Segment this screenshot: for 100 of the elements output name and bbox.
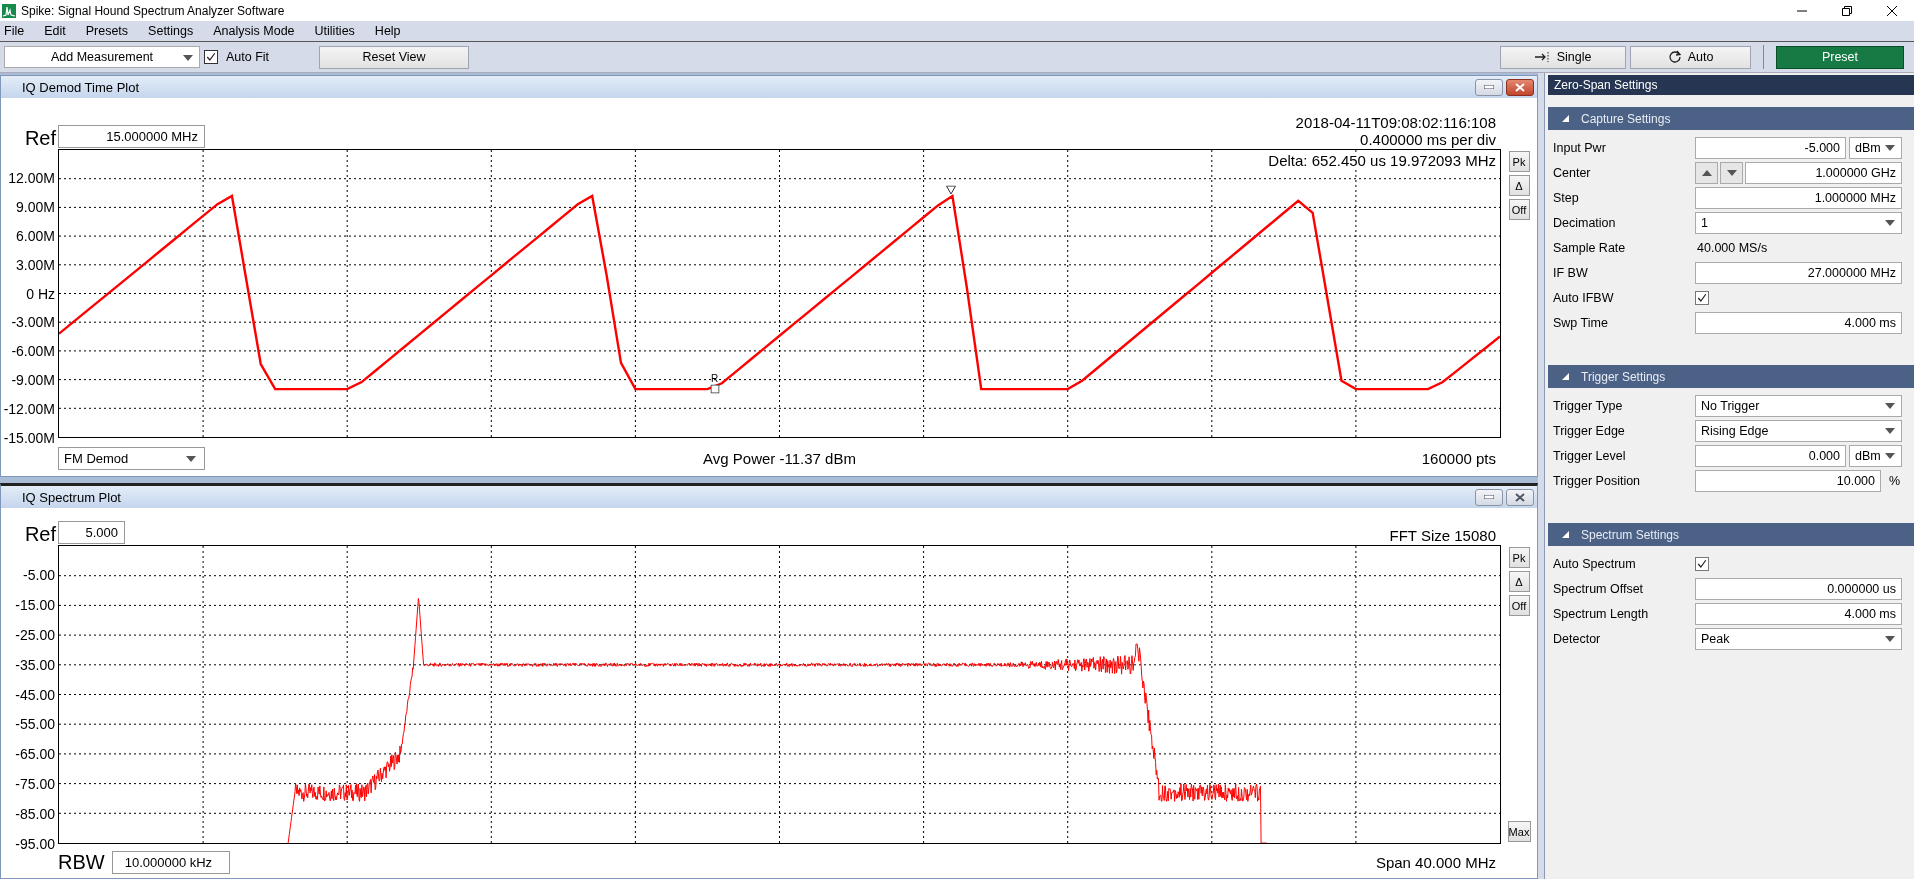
dropdown-caret-icon — [1885, 452, 1895, 459]
dropdown-caret-icon — [1885, 144, 1895, 151]
marker-button[interactable]: Δ — [1508, 571, 1530, 592]
value-dropdown[interactable]: No Trigger — [1695, 394, 1902, 417]
plot-footer-text: Span 40.000 MHz — [1375, 854, 1497, 871]
marker-button[interactable]: Off — [1508, 595, 1530, 616]
y-axis-label: -9.00M — [11, 372, 55, 389]
setting-label: Decimation — [1552, 215, 1617, 230]
dropdown-caret-icon — [1885, 402, 1895, 409]
value-field[interactable]: 1.000000 MHz — [1695, 186, 1902, 209]
y-axis-label: 0 Hz — [26, 285, 55, 302]
marker-label: R — [711, 373, 719, 385]
menu-item[interactable]: File — [4, 24, 35, 38]
close-icon — [1515, 492, 1525, 502]
preset-button[interactable]: Preset — [1776, 45, 1904, 69]
menu-item[interactable]: Settings — [148, 24, 204, 38]
menu-item[interactable]: Edit — [44, 24, 76, 38]
value-field[interactable]: -5.000 — [1695, 136, 1846, 159]
value-dropdown[interactable]: 1 — [1695, 211, 1902, 234]
value-field[interactable]: 0.000 — [1695, 444, 1846, 467]
rbw-field[interactable]: 10.000000 kHz — [111, 851, 230, 874]
value-text: 40.000 MS/s — [1696, 240, 1768, 255]
y-axis-label: -25.00 — [15, 626, 55, 643]
auto-button[interactable]: Auto — [1630, 45, 1751, 69]
panel-title: IQ Spectrum Plot — [22, 489, 122, 505]
auto-fit-checkbox[interactable] — [204, 50, 218, 64]
step-down-button[interactable] — [1720, 161, 1743, 184]
restore-icon — [1841, 5, 1852, 16]
menu-item[interactable]: Analysis Mode — [213, 24, 305, 38]
setting-label: Detector — [1552, 631, 1602, 646]
close-button[interactable] — [1506, 78, 1534, 96]
setting-label: Swp Time — [1552, 315, 1609, 330]
dropdown-caret-icon — [1885, 427, 1895, 434]
value-dropdown[interactable]: Peak — [1695, 627, 1902, 650]
step-up-button[interactable] — [1695, 161, 1718, 184]
unit-dropdown[interactable]: dBm — [1849, 444, 1902, 467]
arrow-to-bar-icon — [1534, 52, 1551, 62]
up-caret-icon — [1701, 169, 1712, 176]
value-dropdown[interactable]: Rising Edge — [1695, 419, 1902, 442]
setting-label: Input Pwr — [1552, 140, 1607, 155]
ref-field[interactable]: 5.000 — [58, 521, 125, 544]
y-axis-label: -55.00 — [15, 716, 55, 733]
value-field[interactable]: 0.000000 us — [1695, 577, 1902, 600]
window-title: Spike: Signal Hound Spectrum Analyzer Software — [21, 3, 286, 18]
checkbox[interactable] — [1695, 290, 1709, 305]
plot-info-text: 2018-04-11T09:08:02:116:108 — [1295, 114, 1496, 131]
y-axis-label: -95.00 — [15, 836, 55, 852]
marker-button[interactable]: Δ — [1508, 175, 1530, 196]
square-marker-icon — [710, 384, 720, 394]
section-header[interactable]: Trigger Settings — [1548, 365, 1914, 388]
checkbox[interactable] — [1695, 556, 1709, 571]
checkmark-icon — [205, 51, 217, 63]
ref-field[interactable]: 15.000000 MHz — [58, 125, 205, 148]
add-measurement-dropdown[interactable]: Add Measurement — [4, 46, 200, 68]
checkmark-icon — [1696, 557, 1708, 570]
avg-power-text: Avg Power -11.37 dBm — [703, 450, 856, 467]
section-header[interactable]: Capture Settings — [1548, 107, 1914, 130]
plot-info-text: 0.400000 ms per div — [1360, 131, 1496, 148]
setting-label: Step — [1552, 190, 1580, 205]
demod-dropdown[interactable]: FM Demod — [58, 447, 205, 470]
y-axis-label: -45.00 — [15, 686, 55, 703]
y-axis-label: -65.00 — [15, 746, 55, 763]
setting-label: Center — [1552, 165, 1592, 180]
close-button[interactable] — [1506, 488, 1534, 506]
menu-item[interactable]: Utilities — [314, 24, 365, 38]
value-field[interactable]: 10.000 — [1695, 469, 1881, 492]
plot-info-text: FFT Size 15080 — [1389, 527, 1496, 544]
checkmark-icon — [1696, 291, 1708, 304]
minimize-button[interactable] — [1475, 488, 1503, 506]
y-axis-label: 9.00M — [16, 198, 55, 215]
value-field[interactable]: 4.000 ms — [1695, 311, 1902, 334]
setting-label: IF BW — [1552, 265, 1589, 280]
value-field[interactable]: 27.000000 MHz — [1695, 261, 1902, 284]
marker-button[interactable]: Pk — [1508, 151, 1530, 172]
setting-label: Spectrum Offset — [1552, 581, 1645, 596]
panel-title: IQ Demod Time Plot — [22, 79, 141, 95]
value-field[interactable]: 4.000 ms — [1695, 602, 1902, 625]
menu-item[interactable]: Help — [374, 24, 411, 38]
setting-label: Auto Spectrum — [1552, 556, 1637, 571]
marker-button[interactable]: Off — [1508, 199, 1530, 220]
value-field[interactable]: 1.000000 GHz — [1745, 161, 1902, 184]
marker-button[interactable]: Pk — [1508, 547, 1530, 568]
menu-item[interactable]: Presets — [85, 24, 139, 38]
ref-label: Ref — [24, 127, 57, 149]
setting-label: Trigger Edge — [1552, 423, 1626, 438]
circular-arrow-icon — [1667, 50, 1682, 64]
unit-label: % — [1889, 473, 1901, 488]
unit-dropdown[interactable]: dBm — [1849, 136, 1902, 159]
reset-view-button[interactable]: Reset View — [319, 45, 470, 69]
dropdown-caret-icon — [1726, 169, 1737, 176]
y-axis-label: 3.00M — [16, 256, 55, 273]
y-axis-label: 6.00M — [16, 227, 55, 244]
section-header[interactable]: Spectrum Settings — [1548, 523, 1914, 546]
triangle-marker-icon — [945, 185, 956, 195]
y-axis-label: -85.00 — [15, 806, 55, 823]
setting-label: Trigger Level — [1552, 448, 1627, 463]
max-button[interactable]: Max — [1507, 821, 1531, 842]
single-button[interactable]: Single — [1500, 45, 1626, 69]
y-axis-label: -75.00 — [15, 776, 55, 793]
dropdown-caret-icon — [1885, 635, 1895, 642]
